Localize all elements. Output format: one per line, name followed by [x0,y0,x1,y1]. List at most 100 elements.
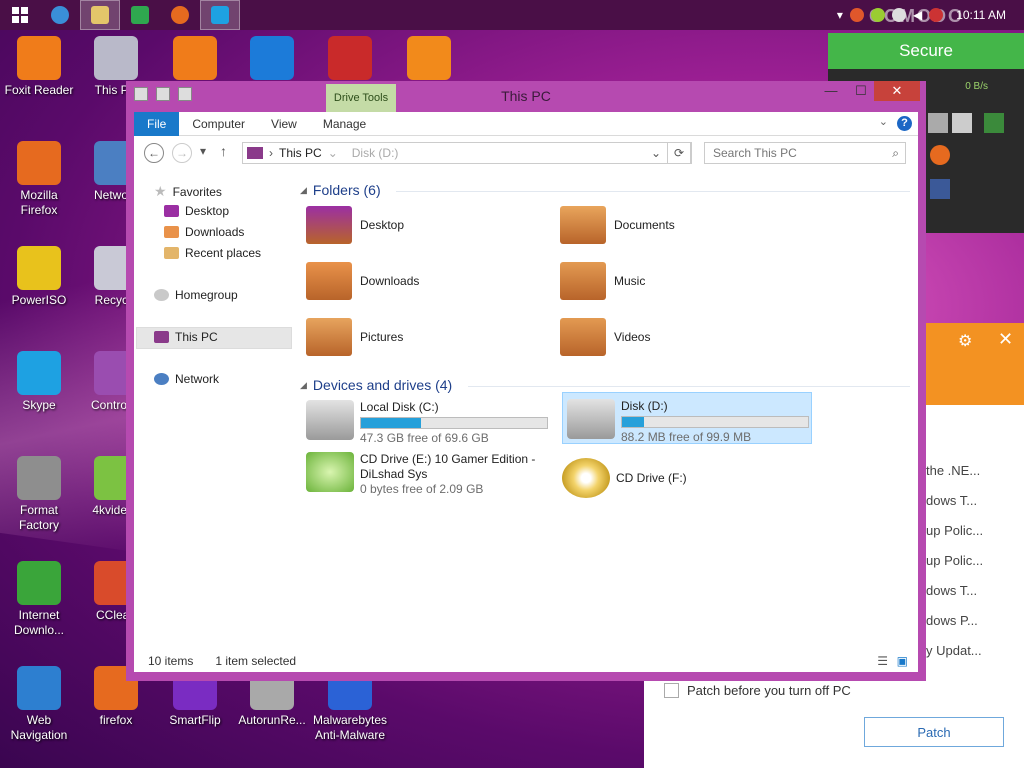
folder-downloads[interactable]: Downloads [306,262,419,300]
drive-c[interactable]: Local Disk (C:) 47.3 GB free of 69.6 GB [306,400,552,450]
desktop-icon-14[interactable]: Internet Downlo... [1,561,77,638]
back-button[interactable]: ← [144,143,164,163]
tab-manage[interactable]: Manage [310,112,379,136]
folder-pictures[interactable]: Pictures [306,318,403,356]
refresh-button[interactable]: ⟳ [667,142,691,164]
up-button[interactable]: ↑ [220,143,227,159]
close-icon[interactable]: ✕ [998,329,1013,350]
drive-d[interactable]: Disk (D:) 88.2 MB free of 99.9 MB [562,392,812,444]
content-area: ★ Favorites Desktop Downloads Recent pla… [134,170,918,650]
firefox-button[interactable] [160,0,200,30]
volume-icon[interactable]: ◀ [913,8,922,22]
desktop-icon-0[interactable]: Foxit Reader [1,36,77,98]
clock[interactable]: 10:11 AM [956,8,1006,22]
large-icons-view-icon[interactable]: ▣ [897,654,908,668]
nav-network[interactable]: Network [154,372,219,386]
usage-bar [621,416,809,428]
details-view-icon[interactable]: ☰ [877,654,888,668]
desktop-icon-10[interactable]: Skype [1,351,77,413]
patch-before-shutdown[interactable]: Patch before you turn off PC [664,683,851,698]
explorer-button[interactable] [80,0,120,30]
checkbox-label: Patch before you turn off PC [687,683,851,698]
tray-mute-icon[interactable] [929,8,944,22]
comodo-tool-icon[interactable] [928,113,948,133]
recent-locations-icon[interactable]: ▾ [200,144,206,158]
help-icon[interactable]: ? [897,116,912,131]
drive-e[interactable]: CD Drive (E:) 10 Gamer Edition - DiLshad… [306,452,552,504]
tray-chevron-icon[interactable]: ▾ [837,8,843,22]
thispc-crumb-icon [247,147,263,159]
ribbon-expand-icon[interactable]: ⌄ [879,115,888,128]
drive-f[interactable]: CD Drive (F:) [562,452,808,504]
checkbox[interactable] [664,683,679,698]
crumb-dropdown-icon[interactable]: ⌄ [328,146,338,160]
nav-homegroup[interactable]: Homegroup [154,288,238,302]
patch-list-item[interactable]: y Updat... [926,643,983,673]
folder-icon [560,206,606,244]
patch-list-item[interactable]: up Polic... [926,553,983,583]
app-icon [17,561,61,605]
icon-label: PowerISO [11,293,67,307]
patch-button[interactable]: Patch [864,717,1004,747]
nav-favorites[interactable]: ★ Favorites [154,183,222,200]
cd-disc-icon [562,458,610,498]
tab-file[interactable]: File [134,111,180,136]
folder-icon [306,262,352,300]
ie-button[interactable] [40,0,80,30]
folder-music[interactable]: Music [560,262,645,300]
search-input[interactable]: Search This PC ⌕ [704,142,906,164]
desktop-icon-16[interactable]: Web Navigation [1,666,77,743]
drive-free: 47.3 GB free of 69.6 GB [360,431,489,445]
tray-app-icon[interactable] [849,8,864,22]
main-pane: ◢ Folders (6) Desktop Documents Downloads M… [300,170,918,650]
settings-gear-icon[interactable]: ⚙ [958,331,972,351]
patch-list-item[interactable]: dows T... [926,583,983,613]
app-icon [94,36,138,80]
skype-icon [211,6,229,24]
app-icon [17,666,61,710]
patch-list: the .NE... dows T... up Polic... up Polic..… [926,463,983,673]
start-button[interactable] [0,0,40,30]
tab-view[interactable]: View [258,112,310,136]
comodo-sandbox-icon[interactable] [984,113,1004,133]
close-button[interactable]: ✕ [874,81,920,101]
icon-label: Internet Downlo... [13,608,65,637]
breadcrumb-thispc[interactable]: This PC [279,146,322,160]
minimize-button[interactable]: — [816,81,846,101]
comodo-firefox-icon[interactable] [930,145,950,165]
nav-thispc[interactable]: This PC [154,330,218,344]
nav-desktop[interactable]: Desktop [164,204,229,218]
nav-downloads[interactable]: Downloads [164,225,244,239]
window-title: This PC [501,88,551,104]
desktop-icon-6[interactable]: Mozilla Firefox [1,141,77,218]
comodo-task-icon[interactable] [952,113,972,133]
patch-list-item[interactable]: dows P... [926,613,983,643]
skype-button[interactable] [200,0,240,30]
secure-status[interactable]: Secure [828,33,1024,69]
folder-desktop[interactable]: Desktop [306,206,404,244]
nav-recent[interactable]: Recent places [164,246,261,260]
drives-group-header[interactable]: ◢ Devices and drives (4) [300,377,452,393]
address-field[interactable]: › This PC ⌄ Disk (D:) ⌄ [242,142,692,164]
desktop-icon-8[interactable]: PowerISO [1,246,77,308]
title-bar[interactable]: Drive Tools This PC — ☐ ✕ [126,81,926,113]
patch-list-item[interactable]: up Polic... [926,523,983,553]
search-icon: ⌕ [892,146,899,160]
tab-computer[interactable]: Computer [179,112,258,136]
address-history-icon[interactable]: ⌄ [651,146,661,160]
maximize-button[interactable]: ☐ [846,81,876,101]
patch-list-item[interactable]: dows T... [926,493,983,523]
tray-network-icon[interactable] [891,8,906,22]
folder-icon [560,262,606,300]
facebook-icon[interactable] [930,179,950,199]
desktop-icon-12[interactable]: Format Factory [1,456,77,533]
folders-group-header[interactable]: ◢ Folders (6) [300,182,381,198]
navigation-pane: ★ Favorites Desktop Downloads Recent pla… [134,170,294,650]
folder-documents[interactable]: Documents [560,206,675,244]
app-icon [17,141,61,185]
patch-list-item[interactable]: the .NE... [926,463,983,493]
store-button[interactable] [120,0,160,30]
tray-comodo-icon[interactable] [870,8,885,22]
forward-button[interactable]: → [172,143,192,163]
folder-videos[interactable]: Videos [560,318,650,356]
